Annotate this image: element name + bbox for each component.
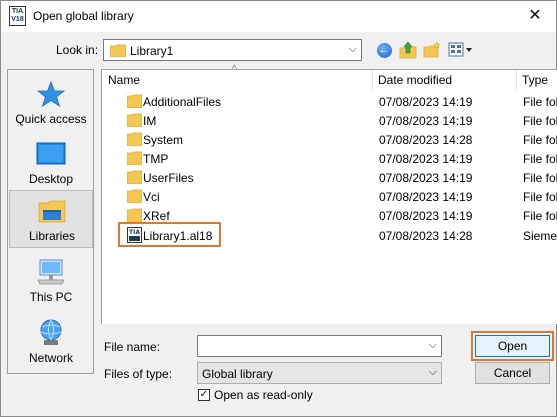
libraries-icon — [38, 200, 66, 223]
file-type: File folder — [523, 152, 557, 166]
file-name: System — [143, 133, 184, 147]
place-label: This PC — [29, 290, 73, 304]
network-icon — [40, 319, 62, 345]
place-label: Network — [28, 351, 73, 365]
table-row[interactable]: AdditionalFiles 07/08/2023 14:19 File fo… — [102, 92, 557, 111]
folder-icon — [127, 208, 142, 222]
close-button[interactable]: ✕ — [524, 5, 546, 27]
table-row[interactable]: IM 07/08/2023 14:19 File folder — [102, 111, 557, 130]
file-date: 07/08/2023 14:19 — [379, 171, 473, 185]
place-this-pc[interactable]: This PC — [9, 252, 93, 310]
file-name: AdditionalFiles — [143, 95, 222, 109]
file-date: 07/08/2023 14:19 — [379, 209, 473, 223]
up-folder-icon — [399, 41, 417, 59]
place-label: Libraries — [28, 229, 76, 243]
file-type: File folder — [523, 171, 557, 185]
file-type: File folder — [523, 209, 557, 223]
filetype-select[interactable]: Global library ⌵ — [197, 362, 442, 384]
up-folder-button[interactable] — [399, 41, 417, 59]
readonly-label[interactable]: Open as read-only — [214, 388, 313, 402]
table-row[interactable]: System 07/08/2023 14:28 File folder — [102, 130, 557, 149]
folder-icon — [127, 189, 142, 203]
new-folder-icon — [423, 41, 441, 58]
table-row[interactable]: TMP 07/08/2023 14:19 File folder — [102, 149, 557, 168]
place-desktop[interactable]: Desktop — [9, 134, 93, 192]
lookin-value: Library1 — [130, 44, 174, 58]
sort-ascending-icon: ^ — [232, 64, 237, 75]
desktop-icon — [36, 142, 66, 165]
place-network[interactable]: Network — [9, 313, 93, 371]
readonly-checkbox[interactable]: ✓ — [198, 389, 210, 401]
chevron-down-icon[interactable]: ⌵ — [429, 366, 437, 379]
file-date: 07/08/2023 14:28 — [379, 133, 473, 147]
file-name: Vci — [143, 190, 160, 204]
file-type: Siemens — [523, 229, 557, 243]
selection-highlight-frame — [118, 222, 221, 247]
view-grid-icon — [448, 42, 472, 57]
lookin-label: Look in: — [56, 43, 99, 57]
folder-icon — [127, 113, 142, 127]
file-name: UserFiles — [143, 171, 194, 185]
table-row[interactable]: Vci 07/08/2023 14:19 File folder — [102, 187, 557, 206]
file-type: File folder — [523, 95, 557, 109]
window-title: Open global library — [33, 9, 134, 23]
filename-input[interactable]: ⌵ — [197, 335, 442, 357]
file-date: 07/08/2023 14:19 — [379, 190, 473, 204]
place-label: Desktop — [28, 172, 74, 186]
file-list[interactable]: Name ^ Date modified Type AdditionalFile… — [101, 64, 557, 324]
folder-icon — [127, 151, 142, 165]
tia-app-icon: TIA V18 — [9, 6, 26, 26]
folder-icon — [127, 94, 142, 108]
chevron-down-icon[interactable]: ⌵ — [349, 43, 357, 56]
file-date: 07/08/2023 14:19 — [379, 114, 473, 128]
file-date: 07/08/2023 14:28 — [379, 229, 473, 243]
file-type: File folder — [523, 133, 557, 147]
place-label: Quick access — [15, 112, 87, 126]
chevron-down-icon[interactable]: ⌵ — [429, 339, 437, 352]
file-date: 07/08/2023 14:19 — [379, 95, 473, 109]
back-arrow-icon: ← — [376, 42, 392, 58]
file-date: 07/08/2023 14:19 — [379, 152, 473, 166]
place-quick-access[interactable]: Quick access — [9, 74, 93, 132]
file-type: File folder — [523, 114, 557, 128]
column-header-date[interactable]: Date modified — [372, 70, 516, 90]
filetype-label: Files of type: — [104, 367, 173, 381]
file-type: File folder — [523, 190, 557, 204]
place-libraries[interactable]: Libraries — [9, 190, 93, 248]
file-name: IM — [143, 114, 157, 128]
folder-icon — [110, 44, 126, 57]
filename-label: File name: — [104, 340, 161, 354]
places-bar: Quick access Desktop Libraries This PC N… — [7, 69, 94, 374]
cancel-button[interactable]: Cancel — [475, 362, 550, 384]
open-button[interactable]: Open — [475, 335, 550, 357]
computer-icon — [37, 259, 65, 285]
title-bar: TIA V18 Open global library ✕ — [1, 1, 556, 32]
table-row[interactable]: UserFiles 07/08/2023 14:19 File folder — [102, 168, 557, 187]
view-menu-button[interactable] — [448, 41, 474, 59]
filetype-value: Global library — [202, 367, 273, 381]
star-icon — [36, 80, 66, 107]
column-header-type[interactable]: Type — [516, 70, 557, 90]
file-name: TMP — [143, 152, 169, 166]
folder-icon — [127, 132, 142, 146]
lookin-combo[interactable]: Library1 ⌵ — [103, 39, 362, 61]
back-button[interactable]: ← — [375, 41, 393, 59]
file-name: XRef — [143, 209, 170, 223]
folder-icon — [127, 170, 142, 184]
new-folder-button[interactable] — [423, 41, 441, 59]
column-header-name[interactable]: Name — [102, 70, 372, 90]
open-dialog: TIA V18 Open global library ✕ Look in: L… — [0, 0, 557, 417]
